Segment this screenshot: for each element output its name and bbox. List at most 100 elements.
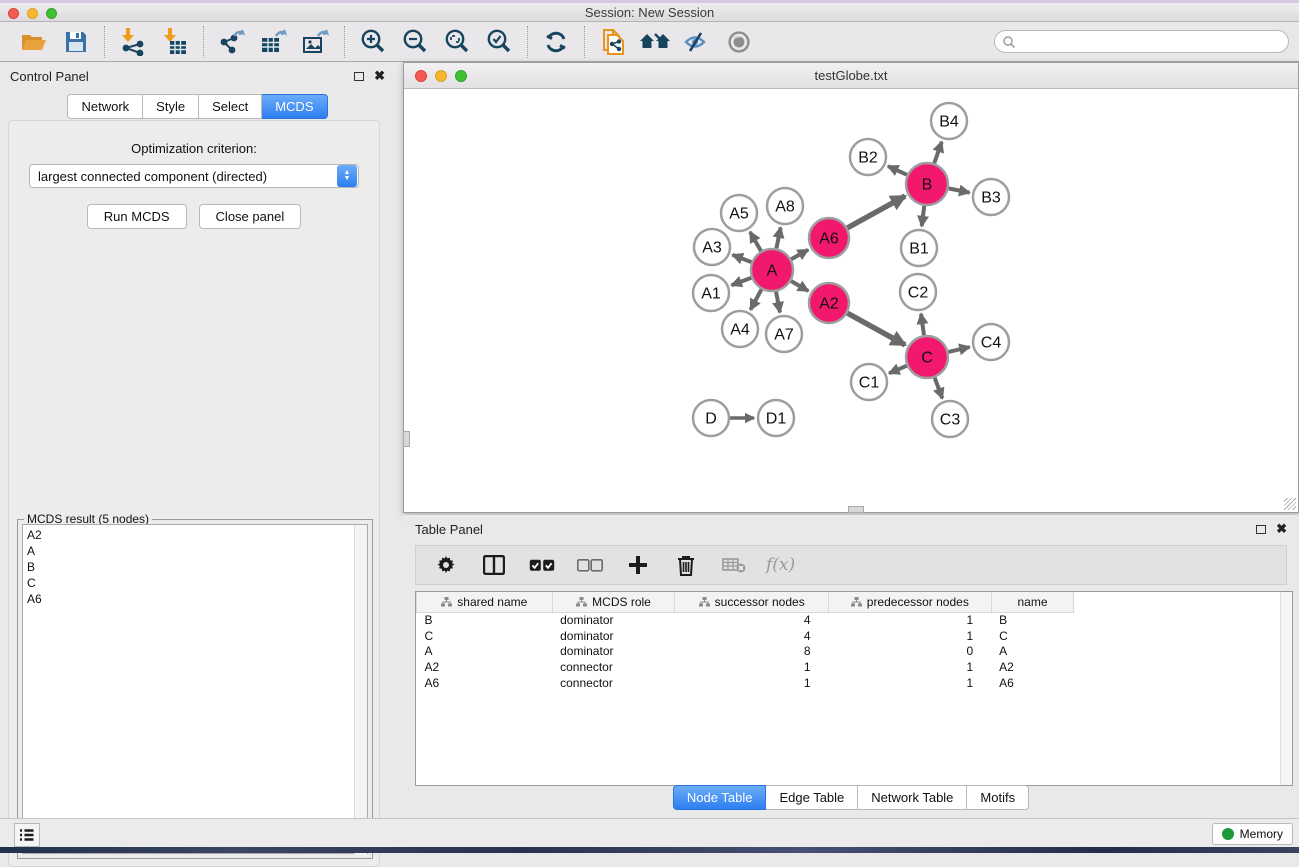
edge-C-C1[interactable]	[889, 366, 907, 374]
column-header-shared-name[interactable]: shared name	[417, 592, 553, 612]
delete-column-trash-icon[interactable]	[670, 550, 702, 580]
table-row[interactable]: A2connector11A2	[417, 659, 1293, 675]
node-C3[interactable]: C3	[932, 401, 968, 437]
zoom-selected-icon[interactable]	[483, 27, 515, 57]
node-C4[interactable]: C4	[973, 324, 1009, 360]
close-panel-button[interactable]: Close panel	[199, 204, 302, 229]
network-zoom-button[interactable]	[455, 70, 467, 82]
tab-node-table[interactable]: Node Table	[673, 785, 767, 810]
tab-motifs[interactable]: Motifs	[967, 785, 1029, 810]
node-A5[interactable]: A5	[721, 195, 757, 231]
window-resize-grip[interactable]	[1284, 498, 1296, 510]
tab-mcds[interactable]: MCDS	[262, 94, 327, 119]
node-B2[interactable]: B2	[850, 139, 886, 175]
select-all-checkboxes-icon[interactable]	[526, 550, 558, 580]
zoom-out-icon[interactable]	[399, 27, 431, 57]
node-A4[interactable]: A4	[722, 311, 758, 347]
table-row[interactable]: A6connector11A6	[417, 675, 1293, 691]
tab-network-table[interactable]: Network Table	[858, 785, 967, 810]
criterion-dropdown[interactable]: largest connected component (directed) ▲…	[29, 164, 359, 188]
node-C2[interactable]: C2	[900, 274, 936, 310]
edge-A-A7[interactable]	[776, 292, 780, 313]
edge-B-B3[interactable]	[949, 188, 970, 192]
cell-predecessor-nodes[interactable]: 0	[829, 644, 992, 660]
tab-select[interactable]: Select	[199, 94, 262, 119]
cell-predecessor-nodes[interactable]: 1	[829, 659, 992, 675]
cell-shared-name[interactable]: A2	[417, 659, 553, 675]
search-input[interactable]	[1016, 35, 1266, 49]
edge-A-A4[interactable]	[750, 289, 761, 309]
hide-graphics-details-icon[interactable]	[681, 27, 713, 57]
cell-shared-name[interactable]: C	[417, 628, 553, 644]
close-panel-icon[interactable]: ✖	[374, 68, 385, 84]
column-header-MCDS-role[interactable]: MCDS role	[552, 592, 675, 612]
node-A8[interactable]: A8	[767, 188, 803, 224]
cell-predecessor-nodes[interactable]: 1	[829, 628, 992, 644]
edge-A-A1[interactable]	[732, 278, 752, 285]
cell-successor-nodes[interactable]: 1	[675, 659, 829, 675]
export-table-icon[interactable]	[258, 27, 290, 57]
edge-C-C3[interactable]	[935, 378, 943, 399]
cell-successor-nodes[interactable]: 1	[675, 675, 829, 691]
table-row[interactable]: Cdominator41C	[417, 628, 1293, 644]
result-item[interactable]: A	[27, 543, 367, 559]
run-mcds-button[interactable]: Run MCDS	[87, 204, 187, 229]
node-B4[interactable]: B4	[931, 103, 967, 139]
close-window-button[interactable]	[8, 8, 19, 19]
tab-style[interactable]: Style	[143, 94, 199, 119]
bottom-splitter-grip[interactable]	[848, 506, 864, 513]
node-D[interactable]: D	[693, 400, 729, 436]
cell-predecessor-nodes[interactable]: 1	[829, 675, 992, 691]
zoom-in-icon[interactable]	[357, 27, 389, 57]
table-scrollbar[interactable]	[1280, 592, 1292, 785]
zoom-window-button[interactable]	[46, 8, 57, 19]
result-item[interactable]: B	[27, 559, 367, 575]
node-A3[interactable]: A3	[694, 229, 730, 265]
delete-table-icon[interactable]	[718, 550, 750, 580]
left-splitter-grip[interactable]	[403, 431, 410, 447]
import-table-icon[interactable]	[159, 27, 191, 57]
birds-eye-icon[interactable]	[723, 27, 755, 57]
cell-shared-name[interactable]: A6	[417, 675, 553, 691]
mcds-result-list[interactable]: A2ABCA6	[22, 524, 368, 854]
result-item[interactable]: A6	[27, 591, 367, 607]
result-item[interactable]: A2	[27, 527, 367, 543]
import-network-icon[interactable]	[117, 27, 149, 57]
panel-splitter[interactable]	[395, 62, 403, 818]
column-header-name[interactable]: name	[991, 592, 1074, 612]
float-table-panel-icon[interactable]	[1256, 525, 1266, 534]
export-image-icon[interactable]	[300, 27, 332, 57]
network-minimize-button[interactable]	[435, 70, 447, 82]
node-A7[interactable]: A7	[766, 316, 802, 352]
close-table-panel-icon[interactable]: ✖	[1276, 521, 1287, 537]
edge-A-A3[interactable]	[733, 255, 752, 262]
node-table[interactable]: shared nameMCDS rolesuccessor nodesprede…	[415, 591, 1293, 786]
node-D1[interactable]: D1	[758, 400, 794, 436]
show-column-icon[interactable]	[478, 550, 510, 580]
cell-name[interactable]: C	[991, 628, 1074, 644]
apply-function-button[interactable]: f(x)	[766, 555, 795, 575]
cell-name[interactable]: B	[991, 612, 1074, 628]
table-options-gear-icon[interactable]	[430, 550, 462, 580]
edge-A-A8[interactable]	[776, 228, 780, 249]
cell-name[interactable]: A	[991, 644, 1074, 660]
node-C[interactable]: C	[906, 336, 948, 378]
edge-C-C4[interactable]	[948, 347, 969, 352]
deselect-all-checkboxes-icon[interactable]	[574, 550, 606, 580]
network-close-button[interactable]	[415, 70, 427, 82]
column-header-successor-nodes[interactable]: successor nodes	[675, 592, 829, 612]
zoom-fit-icon[interactable]	[441, 27, 473, 57]
node-A2[interactable]: A2	[809, 283, 849, 323]
result-item[interactable]: C	[27, 575, 367, 591]
edge-B-B2[interactable]	[888, 166, 907, 175]
node-B[interactable]: B	[906, 163, 948, 205]
cell-shared-name[interactable]: A	[417, 644, 553, 660]
cell-successor-nodes[interactable]: 4	[675, 628, 829, 644]
refresh-icon[interactable]	[540, 27, 572, 57]
cell-MCDS-role[interactable]: dominator	[552, 612, 675, 628]
table-row[interactable]: Bdominator41B	[417, 612, 1293, 628]
minimize-window-button[interactable]	[27, 8, 38, 19]
memory-button[interactable]: Memory	[1212, 823, 1293, 845]
node-B3[interactable]: B3	[973, 179, 1009, 215]
cell-name[interactable]: A2	[991, 659, 1074, 675]
